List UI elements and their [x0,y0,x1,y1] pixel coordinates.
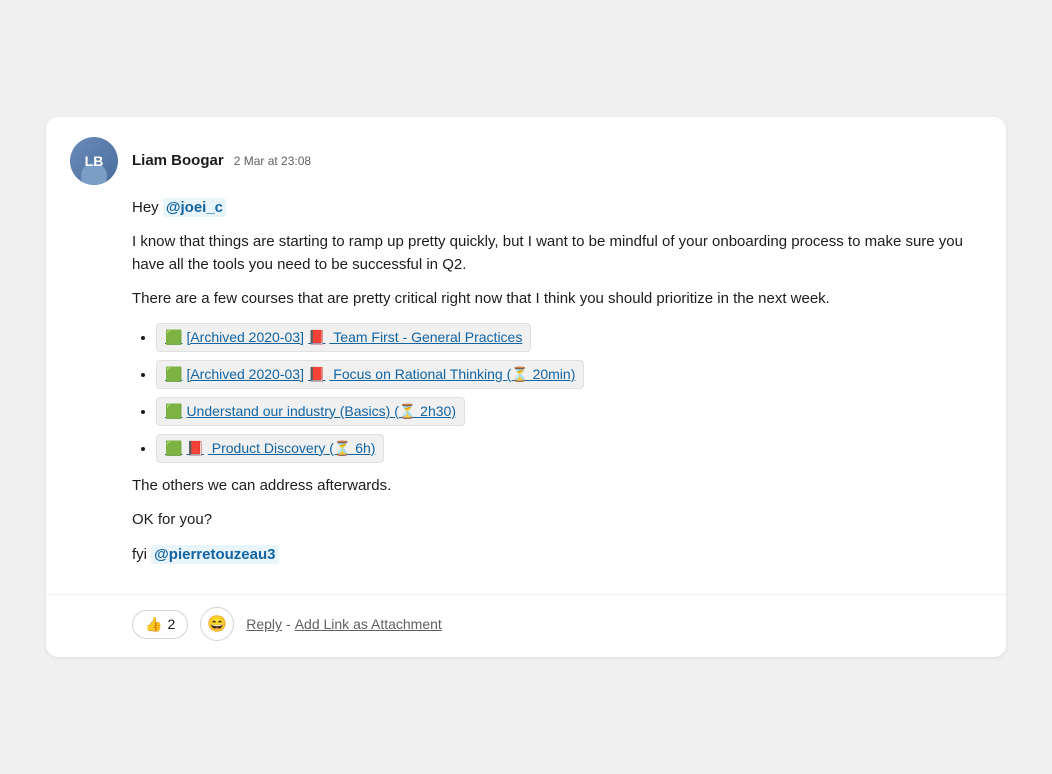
reaction-count: 2 [167,616,175,632]
action-separator: - [286,616,291,632]
paragraph3: The others we can address afterwards. [132,475,982,498]
message-body: Hey @joei_c I know that things are start… [46,197,1006,595]
fyi-paragraph: fyi @pierretouzeau3 [132,544,982,567]
course-icon-grid-4: 🟩 [165,438,182,459]
course-link-4[interactable]: 🟩 📕 Product Discovery (⏳ 6h) [156,434,384,463]
fyi-text: fyi [132,546,147,563]
message-card: Liam Boogar 2 Mar at 23:08 Hey @joei_c I… [46,117,1006,658]
course-icon-grid-1: 🟩 [165,327,182,348]
course-link-3[interactable]: 🟩 Understand our industry (Basics) (⏳ 2h… [156,397,465,426]
mention-pierre[interactable]: @pierretouzeau3 [151,545,278,564]
greeting-paragraph: Hey @joei_c [132,197,982,220]
author-name: Liam Boogar [132,152,224,169]
emoji-picker-button[interactable]: 😄 [200,607,234,641]
course-icon-book-2: 📕 [308,364,325,385]
paragraph4: OK for you? [132,509,982,532]
course-link-1[interactable]: 🟩 [Archived 2020-03] 📕 Team First - Gene… [156,323,531,352]
course-link-2[interactable]: 🟩 [Archived 2020-03] 📕 Focus on Rational… [156,360,584,389]
course-name-3: Understand our industry (Basics) (⏳ 2h30… [186,401,456,422]
list-item: 🟩 📕 Product Discovery (⏳ 6h) [156,434,982,463]
add-link-attachment[interactable]: Add Link as Attachment [295,616,442,632]
timestamp: 2 Mar at 23:08 [234,154,311,168]
thumbs-up-reaction[interactable]: 👍 2 [132,610,188,639]
reply-link[interactable]: Reply [246,616,282,632]
course-icon-book-1: 📕 [308,327,325,348]
course-icon-grid-3: 🟩 [165,401,182,422]
paragraph1: I know that things are starting to ramp … [132,231,982,276]
course-name-2: Focus on Rational Thinking (⏳ 20min) [329,364,575,385]
list-item: 🟩 Understand our industry (Basics) (⏳ 2h… [156,397,982,426]
mention-joei[interactable]: @joei_c [163,198,226,217]
list-item: 🟩 [Archived 2020-03] 📕 Team First - Gene… [156,323,982,352]
course-text-2: [Archived 2020-03] [186,364,304,385]
avatar [70,137,118,185]
course-name-4: Product Discovery (⏳ 6h) [208,438,376,459]
thumbs-up-emoji: 👍 [145,616,162,633]
course-text-1: [Archived 2020-03] [186,327,304,348]
message-header: Liam Boogar 2 Mar at 23:08 [46,117,1006,197]
list-item: 🟩 [Archived 2020-03] 📕 Focus on Rational… [156,360,982,389]
header-info: Liam Boogar 2 Mar at 23:08 [132,152,311,169]
courses-list: 🟩 [Archived 2020-03] 📕 Team First - Gene… [132,323,982,463]
course-name-1: Team First - General Practices [329,327,522,348]
course-icon-grid-2: 🟩 [165,364,182,385]
message-footer: 👍 2 😄 Reply - Add Link as Attachment [46,594,1006,657]
emoji-picker-icon: 😄 [207,614,227,634]
action-links: Reply - Add Link as Attachment [246,616,442,632]
paragraph2: There are a few courses that are pretty … [132,288,982,311]
greeting-text: Hey [132,199,159,216]
course-icon-book-4: 📕 [186,438,203,459]
